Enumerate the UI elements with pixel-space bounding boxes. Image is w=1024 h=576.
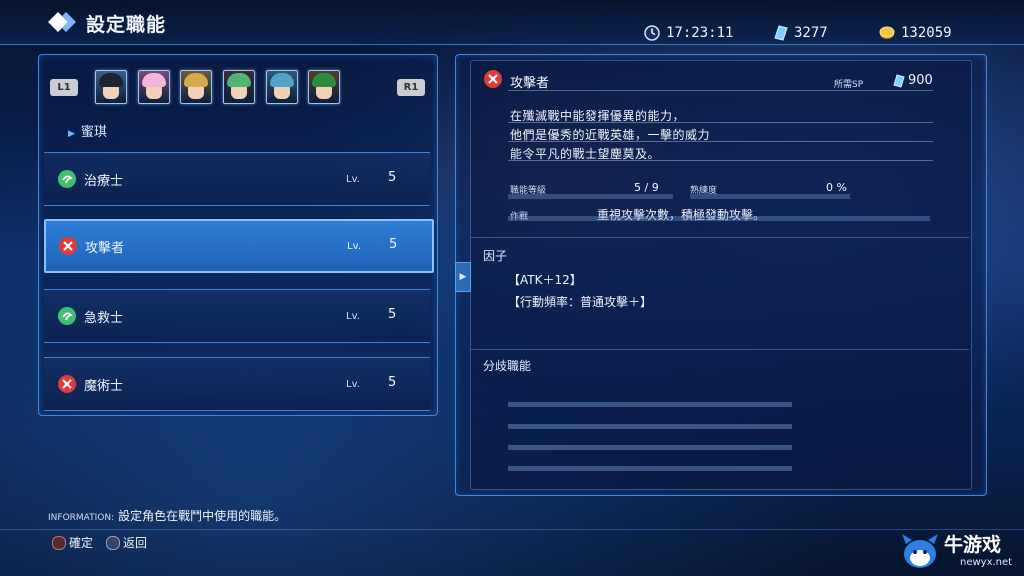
character-portrait[interactable]: [308, 70, 340, 104]
portrait-hair: [270, 73, 294, 87]
sp-label: 所需SP: [834, 80, 864, 90]
job-lv-value: 5: [388, 375, 397, 390]
crystal-value: 3277: [794, 25, 828, 41]
job-item-magician[interactable]: 魔術士 Lv. 5: [44, 357, 430, 411]
selected-character-name: 蜜琪: [80, 125, 107, 140]
sp-cost: 900: [893, 73, 933, 88]
back-label: 返回: [123, 536, 148, 550]
branch-slot: [508, 402, 792, 407]
crystal-count: 3277: [774, 25, 828, 41]
crystal-icon: [774, 25, 788, 41]
character-portrait[interactable]: [138, 70, 170, 104]
job-item-attacker[interactable]: 攻擊者 Lv. 5: [44, 219, 434, 273]
job-name: 魔術士: [84, 379, 124, 394]
proficiency-bar: [690, 194, 850, 199]
confirm-button[interactable]: 確定: [52, 534, 93, 551]
job-lv-label: Lv.: [346, 311, 360, 322]
branch-slot: [508, 466, 792, 471]
job-name: 治療士: [84, 174, 124, 189]
attack-icon: [484, 70, 502, 88]
portrait-hair: [312, 73, 336, 87]
information-label: INFORMATION:: [48, 513, 115, 523]
job-lv-label: Lv.: [346, 379, 360, 390]
back-button[interactable]: 返回: [106, 534, 147, 551]
page-title: 設定職能: [86, 14, 167, 36]
circle-button-icon: [52, 535, 66, 550]
proficiency-value: 0 %: [826, 181, 847, 194]
factor-item: 【ATK＋12】: [508, 273, 582, 287]
divider: [471, 349, 969, 350]
header-bar: 設定職能: [0, 0, 1024, 45]
job-name: 急救士: [84, 311, 124, 326]
selector-arrow-icon: ▶: [68, 129, 75, 139]
job-lv-label: Lv.: [346, 174, 360, 185]
job-lv-value: 5: [388, 170, 397, 185]
gold-value: 132059: [901, 25, 952, 41]
job-name: 攻擊者: [85, 241, 125, 256]
watermark-url: newyx.net: [960, 557, 1013, 568]
portrait-hair: [99, 73, 123, 87]
character-portrait[interactable]: [95, 70, 127, 104]
divider: [508, 122, 933, 123]
character-portrait[interactable]: [223, 70, 255, 104]
portrait-hair: [184, 73, 208, 87]
information-text: 設定角色在戰鬥中使用的職能。: [118, 509, 287, 523]
factor-title: 因子: [483, 249, 508, 263]
job-item-healer[interactable]: 治療士 Lv. 5: [44, 152, 430, 206]
divider: [508, 90, 933, 91]
confirm-label: 確定: [69, 536, 94, 550]
detail-title: 攻擊者: [510, 76, 550, 91]
cross-button-icon: [106, 535, 120, 550]
job-item-medic[interactable]: 急救士 Lv. 5: [44, 289, 430, 343]
portrait-hair: [142, 73, 166, 87]
crystal-icon: [893, 73, 905, 88]
job-lv-value: 5: [389, 237, 398, 252]
mascot-logo-icon: [902, 534, 938, 568]
character-portrait[interactable]: [266, 70, 298, 104]
clock-icon: [644, 25, 660, 41]
character-portrait[interactable]: [180, 70, 212, 104]
divider: [471, 237, 969, 238]
branch-slot: [508, 424, 792, 429]
l1-button[interactable]: L1: [50, 79, 78, 96]
information-bar: INFORMATION: 設定角色在戰鬥中使用的職能。: [48, 507, 286, 524]
job-lv-value: 5: [388, 307, 397, 322]
clock-display: 17:23:11: [644, 25, 733, 41]
coin-icon: [879, 26, 895, 39]
menu-logo-icon: [48, 12, 76, 32]
gold-count: 132059: [879, 25, 952, 41]
job-lv-label: Lv.: [347, 241, 361, 252]
attack-icon: [59, 237, 77, 255]
watermark-text: 牛游戏: [944, 534, 1002, 556]
selected-character: ▶ 蜜琪: [68, 121, 107, 140]
r1-button[interactable]: R1: [397, 79, 425, 96]
branch-title: 分歧職能: [483, 359, 532, 373]
attack-icon: [58, 375, 76, 393]
divider: [508, 141, 933, 142]
panel-arrow-icon: ▶: [455, 262, 471, 292]
portrait-hair: [227, 73, 251, 87]
tactic-bar: [508, 216, 930, 221]
heal-icon: [58, 170, 76, 188]
footer-divider: [0, 529, 1024, 530]
divider: [508, 160, 933, 161]
job-level-value: 5 / 9: [634, 181, 659, 194]
job-level-bar: [508, 194, 673, 199]
sp-value: 900: [908, 73, 933, 88]
clock-time: 17:23:11: [666, 25, 734, 41]
branch-slot: [508, 445, 792, 450]
factor-item: 【行動頻率：普通攻擊＋】: [508, 295, 653, 309]
heal-icon: [58, 307, 76, 325]
watermark: 牛游戏 newyx.net: [900, 530, 1020, 574]
